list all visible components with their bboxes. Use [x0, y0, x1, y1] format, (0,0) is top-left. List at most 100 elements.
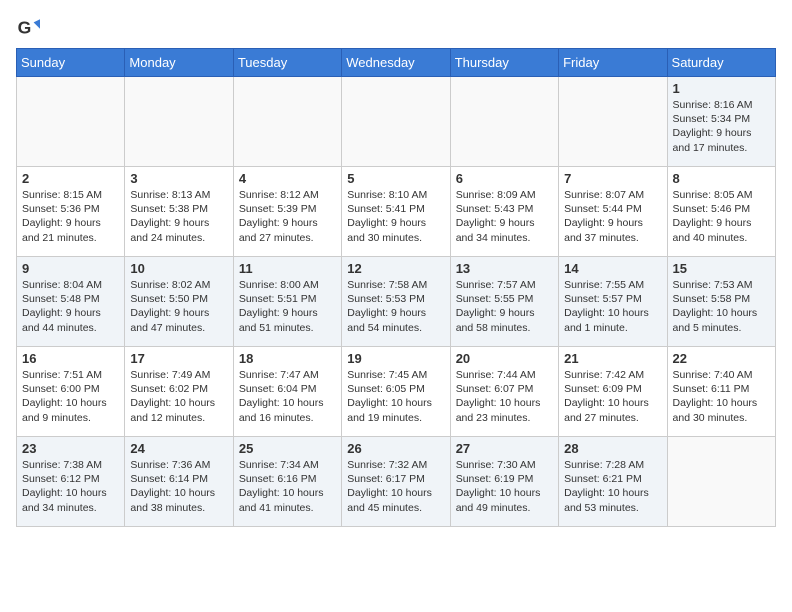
calendar-week-4: 23 Sunrise: 7:38 AM Sunset: 6:12 PM Dayli… [17, 437, 776, 527]
day-header-saturday: Saturday [667, 49, 775, 77]
day-number: 7 [564, 171, 661, 186]
calendar-cell: 28 Sunrise: 7:28 AM Sunset: 6:21 PM Dayli… [559, 437, 667, 527]
day-number: 28 [564, 441, 661, 456]
day-info: Sunrise: 8:09 AM Sunset: 5:43 PM Dayligh… [456, 188, 553, 245]
calendar-week-0: 1 Sunrise: 8:16 AM Sunset: 5:34 PM Daylig… [17, 77, 776, 167]
calendar-cell: 15 Sunrise: 7:53 AM Sunset: 5:58 PM Dayli… [667, 257, 775, 347]
day-number: 12 [347, 261, 444, 276]
calendar-cell: 9 Sunrise: 8:04 AM Sunset: 5:48 PM Daylig… [17, 257, 125, 347]
logo-icon: G [16, 16, 40, 40]
day-header-tuesday: Tuesday [233, 49, 341, 77]
calendar-cell: 14 Sunrise: 7:55 AM Sunset: 5:57 PM Dayli… [559, 257, 667, 347]
day-info: Sunrise: 8:07 AM Sunset: 5:44 PM Dayligh… [564, 188, 661, 245]
day-number: 20 [456, 351, 553, 366]
day-info: Sunrise: 7:40 AM Sunset: 6:11 PM Dayligh… [673, 368, 770, 425]
day-info: Sunrise: 8:15 AM Sunset: 5:36 PM Dayligh… [22, 188, 119, 245]
calendar-cell: 16 Sunrise: 7:51 AM Sunset: 6:00 PM Dayli… [17, 347, 125, 437]
day-info: Sunrise: 7:30 AM Sunset: 6:19 PM Dayligh… [456, 458, 553, 515]
day-info: Sunrise: 7:32 AM Sunset: 6:17 PM Dayligh… [347, 458, 444, 515]
calendar-cell: 25Sunrise: 7:34 AM Sunset: 6:16 PM Dayli… [233, 437, 341, 527]
day-info: Sunrise: 7:38 AM Sunset: 6:12 PM Dayligh… [22, 458, 119, 515]
calendar-cell: 23 Sunrise: 7:38 AM Sunset: 6:12 PM Dayli… [17, 437, 125, 527]
day-number: 18 [239, 351, 336, 366]
day-number: 10 [130, 261, 227, 276]
day-info: Sunrise: 8:02 AM Sunset: 5:50 PM Dayligh… [130, 278, 227, 335]
calendar-cell: 11 Sunrise: 8:00 AM Sunset: 5:51 PM Dayli… [233, 257, 341, 347]
day-info: Sunrise: 7:49 AM Sunset: 6:02 PM Dayligh… [130, 368, 227, 425]
calendar-cell: 20 Sunrise: 7:44 AM Sunset: 6:07 PM Dayli… [450, 347, 558, 437]
calendar: SundayMondayTuesdayWednesdayThursdayFrid… [16, 48, 776, 527]
day-info: Sunrise: 8:10 AM Sunset: 5:41 PM Dayligh… [347, 188, 444, 245]
day-number: 14 [564, 261, 661, 276]
day-info: Sunrise: 7:36 AM Sunset: 6:14 PM Dayligh… [130, 458, 227, 515]
day-info: Sunrise: 8:00 AM Sunset: 5:51 PM Dayligh… [239, 278, 336, 335]
day-number: 23 [22, 441, 119, 456]
calendar-cell: 12 Sunrise: 7:58 AM Sunset: 5:53 PM Dayli… [342, 257, 450, 347]
day-info: Sunrise: 7:42 AM Sunset: 6:09 PM Dayligh… [564, 368, 661, 425]
day-number: 22 [673, 351, 770, 366]
day-info: Sunrise: 7:58 AM Sunset: 5:53 PM Dayligh… [347, 278, 444, 335]
day-info: Sunrise: 7:51 AM Sunset: 6:00 PM Dayligh… [22, 368, 119, 425]
header: G [16, 16, 776, 40]
calendar-cell: 24 Sunrise: 7:36 AM Sunset: 6:14 PM Dayli… [125, 437, 233, 527]
day-info: Sunrise: 8:12 AM Sunset: 5:39 PM Dayligh… [239, 188, 336, 245]
day-number: 24 [130, 441, 227, 456]
day-number: 5 [347, 171, 444, 186]
day-number: 1 [673, 81, 770, 96]
calendar-cell: 1 Sunrise: 8:16 AM Sunset: 5:34 PM Daylig… [667, 77, 775, 167]
day-info: Sunrise: 7:55 AM Sunset: 5:57 PM Dayligh… [564, 278, 661, 335]
day-header-sunday: Sunday [17, 49, 125, 77]
calendar-cell [17, 77, 125, 167]
calendar-cell [342, 77, 450, 167]
calendar-cell: 27 Sunrise: 7:30 AM Sunset: 6:19 PM Dayli… [450, 437, 558, 527]
calendar-cell: 2 Sunrise: 8:15 AM Sunset: 5:36 PM Daylig… [17, 167, 125, 257]
calendar-cell: 13Sunrise: 7:57 AM Sunset: 5:55 PM Dayli… [450, 257, 558, 347]
day-number: 11 [239, 261, 336, 276]
day-number: 6 [456, 171, 553, 186]
day-number: 17 [130, 351, 227, 366]
calendar-week-2: 9 Sunrise: 8:04 AM Sunset: 5:48 PM Daylig… [17, 257, 776, 347]
day-info: Sunrise: 8:04 AM Sunset: 5:48 PM Dayligh… [22, 278, 119, 335]
calendar-cell: 18 Sunrise: 7:47 AM Sunset: 6:04 PM Dayli… [233, 347, 341, 437]
day-info: Sunrise: 8:16 AM Sunset: 5:34 PM Dayligh… [673, 98, 770, 155]
calendar-cell: 10 Sunrise: 8:02 AM Sunset: 5:50 PM Dayli… [125, 257, 233, 347]
day-number: 3 [130, 171, 227, 186]
day-info: Sunrise: 7:28 AM Sunset: 6:21 PM Dayligh… [564, 458, 661, 515]
day-info: Sunrise: 7:47 AM Sunset: 6:04 PM Dayligh… [239, 368, 336, 425]
day-header-friday: Friday [559, 49, 667, 77]
day-number: 16 [22, 351, 119, 366]
calendar-header-row: SundayMondayTuesdayWednesdayThursdayFrid… [17, 49, 776, 77]
day-info: Sunrise: 7:44 AM Sunset: 6:07 PM Dayligh… [456, 368, 553, 425]
day-info: Sunrise: 7:53 AM Sunset: 5:58 PM Dayligh… [673, 278, 770, 335]
day-number: 8 [673, 171, 770, 186]
day-header-monday: Monday [125, 49, 233, 77]
day-header-wednesday: Wednesday [342, 49, 450, 77]
day-number: 9 [22, 261, 119, 276]
calendar-cell: 8 Sunrise: 8:05 AM Sunset: 5:46 PM Daylig… [667, 167, 775, 257]
logo: G [16, 16, 44, 40]
calendar-cell [667, 437, 775, 527]
day-number: 25 [239, 441, 336, 456]
day-info: Sunrise: 8:05 AM Sunset: 5:46 PM Dayligh… [673, 188, 770, 245]
calendar-cell: 6 Sunrise: 8:09 AM Sunset: 5:43 PM Daylig… [450, 167, 558, 257]
day-info: Sunrise: 7:57 AM Sunset: 5:55 PM Dayligh… [456, 278, 553, 335]
calendar-cell [450, 77, 558, 167]
calendar-cell: 3 Sunrise: 8:13 AM Sunset: 5:38 PM Daylig… [125, 167, 233, 257]
calendar-cell: 17 Sunrise: 7:49 AM Sunset: 6:02 PM Dayli… [125, 347, 233, 437]
day-number: 21 [564, 351, 661, 366]
svg-text:G: G [18, 18, 32, 38]
day-number: 4 [239, 171, 336, 186]
day-number: 26 [347, 441, 444, 456]
calendar-week-3: 16 Sunrise: 7:51 AM Sunset: 6:00 PM Dayli… [17, 347, 776, 437]
calendar-cell: 4 Sunrise: 8:12 AM Sunset: 5:39 PM Daylig… [233, 167, 341, 257]
day-header-thursday: Thursday [450, 49, 558, 77]
day-info: Sunrise: 8:13 AM Sunset: 5:38 PM Dayligh… [130, 188, 227, 245]
day-number: 2 [22, 171, 119, 186]
calendar-cell: 7 Sunrise: 8:07 AM Sunset: 5:44 PM Daylig… [559, 167, 667, 257]
calendar-cell: 26 Sunrise: 7:32 AM Sunset: 6:17 PM Dayli… [342, 437, 450, 527]
day-number: 27 [456, 441, 553, 456]
calendar-cell [233, 77, 341, 167]
day-number: 15 [673, 261, 770, 276]
calendar-cell: 5 Sunrise: 8:10 AM Sunset: 5:41 PM Daylig… [342, 167, 450, 257]
day-info: Sunrise: 7:45 AM Sunset: 6:05 PM Dayligh… [347, 368, 444, 425]
